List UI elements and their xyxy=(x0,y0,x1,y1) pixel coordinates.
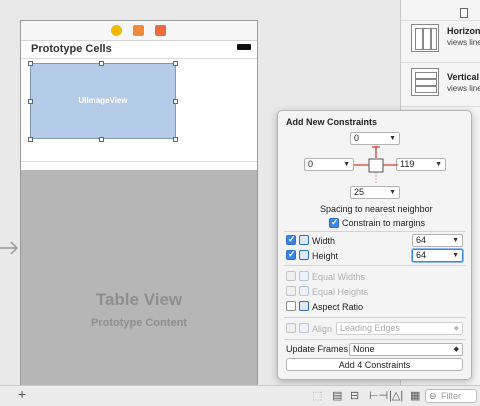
resize-handle[interactable] xyxy=(28,61,33,66)
add-icon[interactable]: + xyxy=(18,386,26,402)
exit-icon[interactable] xyxy=(155,25,166,36)
scene-dock xyxy=(21,21,257,41)
equal-heights-icon xyxy=(299,286,309,296)
library-view-toggle-icon[interactable]: ▦ xyxy=(410,389,420,402)
bottom-spacing-field[interactable]: 25 ▼ xyxy=(350,186,400,199)
align-label: Align xyxy=(312,324,333,334)
prototype-cells-label: Prototype Cells xyxy=(31,43,112,55)
chevron-down-icon: ▼ xyxy=(389,135,396,142)
library-item-horizontal-stack[interactable]: Horizont views line xyxy=(401,20,480,63)
resize-handle[interactable] xyxy=(28,99,33,104)
vertical-stack-icon xyxy=(411,68,439,96)
height-checkbox[interactable] xyxy=(286,249,296,260)
chevron-down-icon: ▼ xyxy=(452,252,459,259)
equal-heights-checkbox[interactable] xyxy=(286,286,296,296)
constrain-margins-checkbox[interactable] xyxy=(329,217,339,228)
height-label: Height xyxy=(312,251,339,261)
library-item-top[interactable] xyxy=(401,0,480,21)
embed-in-stack-icon[interactable]: ⬚ xyxy=(312,389,322,402)
update-frames-select[interactable]: None ◆ xyxy=(349,343,463,356)
right-spacing-field[interactable]: 119 ▼ xyxy=(396,158,446,171)
chevron-updown-icon: ◆ xyxy=(453,346,459,353)
resize-handle[interactable] xyxy=(99,61,104,66)
library-item-vertical-stack[interactable]: Vertical views line xyxy=(401,62,480,107)
horizontal-stack-icon xyxy=(411,24,439,52)
divider xyxy=(284,231,465,232)
left-spacing-field[interactable]: 0 ▼ xyxy=(304,158,354,171)
spacing-caption: Spacing to nearest neighbor xyxy=(320,204,433,214)
aspect-ratio-checkbox[interactable] xyxy=(286,301,296,311)
table-view[interactable]: Table View Prototype Content xyxy=(21,170,257,386)
library-item-desc: views line xyxy=(447,84,480,93)
chevron-down-icon: ▼ xyxy=(452,237,459,244)
first-responder-icon[interactable] xyxy=(133,25,144,36)
divider xyxy=(284,339,465,340)
resize-handle[interactable] xyxy=(173,61,178,66)
filter-input[interactable]: ⊖ Filter xyxy=(425,389,477,403)
view-controller-icon[interactable] xyxy=(111,25,122,36)
library-item-title: Horizont xyxy=(447,26,480,36)
width-checkbox[interactable] xyxy=(286,234,296,245)
add-constraints-popover: Add New Constraints 0 ▼ 0 ▼ 119 ▼ 25 ▼ Spaci… xyxy=(277,110,472,380)
update-frames-label: Update Frames xyxy=(286,344,349,354)
pin-icon[interactable]: ⊟ xyxy=(350,389,359,402)
prototype-cell[interactable]: UIImageView xyxy=(21,59,257,163)
top-spacing-field[interactable]: 0 ▼ xyxy=(350,132,400,145)
align-checkbox[interactable] xyxy=(286,323,296,333)
align-select[interactable]: Leading Edges ◆ xyxy=(336,322,463,335)
chevron-down-icon: ▼ xyxy=(343,161,350,168)
image-view-label: UIImageView xyxy=(78,96,128,105)
resize-handle[interactable] xyxy=(28,137,33,142)
width-field[interactable]: 64 ▼ xyxy=(412,234,463,247)
spacing-struts-icon[interactable] xyxy=(354,146,398,186)
prototype-cells-header: Prototype Cells xyxy=(21,41,257,59)
equal-heights-label: Equal Heights xyxy=(312,287,369,297)
resolve-issues-icon[interactable]: ⊢⊣ xyxy=(369,389,388,402)
width-constraint-icon xyxy=(299,235,309,245)
library-item-title: Vertical xyxy=(447,72,480,82)
chevron-down-icon: ▼ xyxy=(435,161,442,168)
image-view[interactable]: UIImageView xyxy=(30,63,176,139)
battery-icon xyxy=(237,44,251,50)
popover-title: Add New Constraints xyxy=(286,117,378,127)
align-icon[interactable]: ▤ xyxy=(332,389,342,402)
resize-handle[interactable] xyxy=(173,137,178,142)
cell-separator xyxy=(21,161,257,162)
table-view-title: Table View xyxy=(95,290,183,309)
entry-point-arrow-icon xyxy=(0,241,19,255)
resizing-behavior-icon[interactable]: |△| xyxy=(389,389,403,402)
equal-widths-checkbox[interactable] xyxy=(286,271,296,281)
bottom-toolbar: + ⬚ ▤ ⊟ ⊢⊣ |△| ▦ ⊖ Filter xyxy=(0,385,480,406)
divider xyxy=(284,317,465,318)
resize-handle[interactable] xyxy=(99,137,104,142)
library-item-desc: views line xyxy=(447,38,480,47)
equal-widths-icon xyxy=(299,271,309,281)
table-view-subtitle: Prototype Content xyxy=(91,317,187,329)
document-icon xyxy=(460,8,468,18)
height-constraint-icon xyxy=(299,250,309,260)
resize-handle[interactable] xyxy=(173,99,178,104)
width-label: Width xyxy=(312,236,336,246)
height-field[interactable]: 64 ▼ xyxy=(412,249,463,262)
filter-icon: ⊖ xyxy=(429,391,437,401)
constrain-margins-label: Constrain to margins xyxy=(342,218,426,228)
table-view-controller-scene[interactable]: Prototype Cells UIImageView Table View P… xyxy=(20,20,258,386)
chevron-updown-icon: ◆ xyxy=(453,325,459,332)
aspect-ratio-label: Aspect Ratio xyxy=(312,302,364,312)
align-icon xyxy=(299,323,309,333)
chevron-down-icon: ▼ xyxy=(389,189,396,196)
aspect-ratio-icon xyxy=(299,301,309,311)
divider xyxy=(284,265,465,266)
filter-placeholder: Filter xyxy=(441,391,461,401)
add-constraints-button[interactable]: Add 4 Constraints xyxy=(286,358,463,371)
equal-widths-label: Equal Widths xyxy=(312,272,366,282)
